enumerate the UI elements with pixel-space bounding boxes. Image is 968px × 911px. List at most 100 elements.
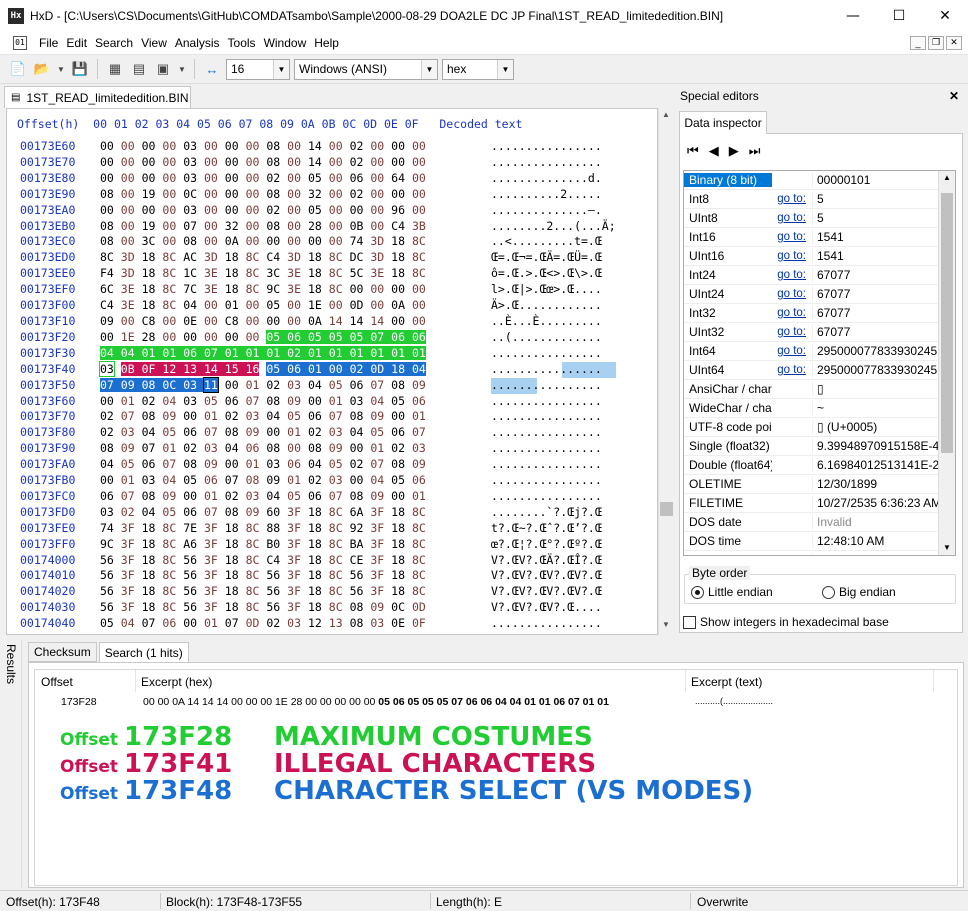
hex-byte[interactable]: 18 bbox=[225, 600, 239, 614]
hex-byte[interactable]: 0D bbox=[246, 616, 260, 630]
tab-search-results[interactable]: Search (1 hits) bbox=[98, 642, 189, 662]
hex-byte[interactable]: 08 bbox=[225, 505, 239, 519]
hex-byte[interactable]: 0E bbox=[183, 314, 197, 328]
inspector-row[interactable]: UInt16 go to: 1541 bbox=[684, 247, 955, 266]
hex-row[interactable]: F4 3D 18 8C 1C 3E 18 8C 3C 3E 18 8C 5C 3… bbox=[100, 266, 426, 282]
hex-byte[interactable]: 05 bbox=[391, 394, 405, 408]
hex-byte[interactable]: 8C bbox=[329, 568, 343, 582]
hex-byte[interactable]: 18 bbox=[225, 553, 239, 567]
hex-row[interactable]: 03 02 04 05 06 07 08 09 60 3F 18 8C 6A 3… bbox=[100, 505, 426, 521]
hex-byte[interactable]: 18 bbox=[308, 505, 322, 519]
hex-byte[interactable]: 00 bbox=[246, 314, 260, 328]
hex-byte[interactable]: 05 bbox=[204, 394, 218, 408]
hex-byte[interactable]: 02 bbox=[183, 441, 197, 455]
hex-byte[interactable]: 8C bbox=[246, 266, 260, 280]
hex-byte[interactable]: 8C bbox=[162, 553, 176, 567]
hex-byte[interactable]: 8C bbox=[162, 600, 176, 614]
hex-byte[interactable]: 06 bbox=[287, 361, 302, 376]
hex-byte[interactable]: 05 bbox=[183, 473, 197, 487]
scroll-down-icon[interactable]: ▼ bbox=[662, 620, 670, 629]
inspector-row-value[interactable]: 67077 bbox=[812, 287, 955, 301]
hex-byte[interactable]: 05 bbox=[162, 425, 176, 439]
hex-byte[interactable]: 03 bbox=[142, 473, 156, 487]
hex-byte[interactable]: 01 bbox=[307, 361, 322, 376]
hex-byte[interactable]: 00 bbox=[287, 171, 301, 185]
hex-byte[interactable]: 14 bbox=[308, 155, 322, 169]
hex-byte[interactable]: 05 bbox=[349, 329, 364, 344]
hex-byte[interactable]: 09 bbox=[287, 394, 301, 408]
hex-byte[interactable]: 03 bbox=[370, 616, 384, 630]
hex-byte[interactable]: 18 bbox=[391, 584, 405, 598]
hex-byte[interactable]: 08 bbox=[100, 441, 114, 455]
hex-byte[interactable]: 07 bbox=[204, 425, 218, 439]
hex-byte[interactable]: 3F bbox=[370, 505, 384, 519]
mdi-close-icon[interactable]: ✕ bbox=[946, 35, 962, 50]
hex-byte[interactable]: C4 bbox=[100, 298, 114, 312]
menu-search[interactable]: Search bbox=[91, 36, 137, 50]
hex-byte[interactable]: 00 bbox=[370, 203, 384, 217]
hex-byte[interactable]: 16 bbox=[245, 361, 260, 376]
hex-byte[interactable]: 0F bbox=[141, 361, 156, 376]
hex-byte[interactable]: 00 bbox=[246, 187, 260, 201]
hex-byte[interactable]: 06 bbox=[411, 329, 426, 344]
decoded-row[interactable]: ........`?.Œj?.Œ bbox=[491, 505, 616, 521]
menu-edit[interactable]: Edit bbox=[62, 36, 91, 50]
hit-offset[interactable]: 173F28 bbox=[61, 696, 97, 708]
results-side-panel[interactable]: Results bbox=[0, 640, 22, 888]
goto-link[interactable]: go to: bbox=[772, 269, 812, 281]
hex-byte[interactable]: 06 bbox=[391, 329, 406, 344]
hex-byte[interactable]: 07 bbox=[225, 473, 239, 487]
inspector-row[interactable]: Int8 go to: 5 bbox=[684, 190, 955, 209]
hex-byte[interactable]: 00 bbox=[162, 187, 176, 201]
hex-byte[interactable]: 02 bbox=[225, 409, 239, 423]
hex-byte[interactable]: 09 bbox=[246, 505, 260, 519]
goto-link[interactable]: go to: bbox=[772, 250, 812, 262]
hex-byte[interactable]: 00 bbox=[100, 330, 114, 344]
hex-byte[interactable]: 00 bbox=[225, 155, 239, 169]
hex-byte[interactable]: 02 bbox=[350, 187, 364, 201]
hex-byte[interactable]: 18 bbox=[308, 568, 322, 582]
hex-byte[interactable]: 06 bbox=[350, 378, 364, 392]
hex-byte[interactable]: 8C bbox=[246, 521, 260, 535]
decoded-row[interactable]: ................ bbox=[491, 441, 616, 457]
decoded-row[interactable]: ..............d. bbox=[491, 171, 616, 187]
hex-byte[interactable]: 00 bbox=[350, 473, 364, 487]
hex-byte[interactable]: 3F bbox=[370, 553, 384, 567]
hex-byte[interactable]: 8C bbox=[412, 553, 426, 567]
hex-row[interactable]: 02 07 08 09 00 01 02 03 04 05 06 07 08 0… bbox=[100, 409, 426, 425]
hex-byte[interactable]: C4 bbox=[391, 219, 405, 233]
hex-byte[interactable]: 03 bbox=[100, 505, 114, 519]
hex-byte[interactable]: 08 bbox=[183, 234, 197, 248]
scrollbar-thumb[interactable] bbox=[941, 193, 953, 453]
hex-editor-pane[interactable]: Offset(h) 00 01 02 03 04 05 06 07 08 09 … bbox=[6, 108, 658, 635]
hit-excerpt-text[interactable]: ..........(.................... bbox=[695, 696, 773, 706]
hex-byte[interactable]: 3E bbox=[204, 282, 218, 296]
hex-byte[interactable]: 03 bbox=[412, 441, 426, 455]
inspector-row-value[interactable]: 5 bbox=[812, 192, 955, 206]
hex-byte[interactable]: 06 bbox=[391, 425, 405, 439]
hex-byte[interactable]: 07 bbox=[100, 377, 114, 392]
hex-byte[interactable]: 01 bbox=[391, 345, 406, 360]
hex-byte[interactable]: 01 bbox=[225, 298, 239, 312]
hex-byte[interactable]: 3F bbox=[287, 584, 301, 598]
hex-byte[interactable]: 8C bbox=[412, 568, 426, 582]
inspector-row[interactable]: DOS date Invalid bbox=[684, 513, 955, 532]
hex-byte[interactable]: AC bbox=[183, 250, 197, 264]
previous-icon[interactable]: ◀ bbox=[709, 143, 719, 159]
hex-byte[interactable]: 06 bbox=[142, 457, 156, 471]
decoded-row[interactable]: ô=.Œ.>.Œ<>.Œ\>.Œ bbox=[491, 266, 616, 282]
hex-byte[interactable]: 00 bbox=[162, 314, 176, 328]
hex-byte[interactable]: 09 bbox=[370, 409, 384, 423]
hex-row[interactable]: 8C 3D 18 8C AC 3D 18 8C C4 3D 18 8C DC 3… bbox=[100, 250, 426, 266]
hex-byte[interactable]: 01 bbox=[162, 441, 176, 455]
hex-byte[interactable]: 00 bbox=[287, 441, 301, 455]
hex-byte[interactable]: 00 bbox=[287, 298, 301, 312]
hex-byte[interactable]: 00 bbox=[100, 171, 114, 185]
hex-byte[interactable]: 3F bbox=[370, 521, 384, 535]
hex-byte[interactable]: 8C bbox=[246, 537, 260, 551]
hex-byte[interactable]: 00 bbox=[370, 187, 384, 201]
hex-byte[interactable]: 18 bbox=[142, 553, 156, 567]
inspector-row-value[interactable]: Invalid bbox=[812, 553, 955, 555]
hex-byte[interactable]: 08 bbox=[100, 187, 114, 201]
hex-byte[interactable]: 18 bbox=[308, 537, 322, 551]
